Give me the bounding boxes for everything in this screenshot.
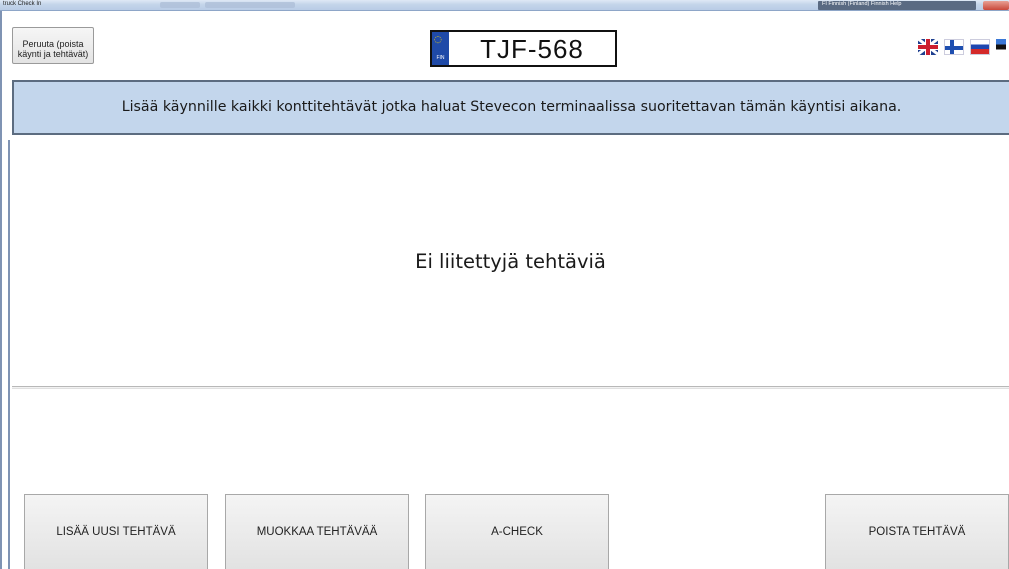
uk-flag-icon[interactable] xyxy=(918,39,938,55)
window-title: truck Check In xyxy=(3,1,42,7)
title-bar-decoration xyxy=(205,2,295,8)
estonia-flag-icon[interactable] xyxy=(996,39,1006,55)
plate-country: FIN xyxy=(436,55,445,61)
eu-stars-icon: ◌ xyxy=(434,35,442,45)
edit-task-button[interactable]: MUOKKAA TEHTÄVÄÄ xyxy=(225,494,409,569)
instruction-banner: Lisää käynnille kaikki konttitehtävät jo… xyxy=(12,80,1009,135)
window-left-edge xyxy=(0,11,2,569)
finland-flag-icon[interactable] xyxy=(944,39,964,55)
language-bar-label: FI Finnish (Finland) Finnish Help xyxy=(822,1,902,7)
section-divider xyxy=(12,386,1009,389)
window-close-button[interactable] xyxy=(983,1,1009,10)
plate-number: TJF-568 xyxy=(480,34,584,64)
window-title-bar: truck Check In FI Finnish (Finland) Finn… xyxy=(0,0,1009,11)
a-check-button[interactable]: A-CHECK xyxy=(425,494,609,569)
delete-task-button[interactable]: POISTA TEHTÄVÄ xyxy=(825,494,1009,569)
licence-plate: ◌ FIN TJF-568 xyxy=(430,30,617,67)
cancel-visit-button[interactable]: Peruuta (poista käynti ja tehtävät) xyxy=(12,27,94,64)
eu-band: ◌ FIN xyxy=(432,32,449,65)
window-left-edge-inner xyxy=(8,140,10,569)
empty-task-message: Ei liitettyjä tehtäviä xyxy=(415,250,606,273)
russia-flag-icon[interactable] xyxy=(970,39,990,55)
add-task-button[interactable]: LISÄÄ UUSI TEHTÄVÄ xyxy=(24,494,208,569)
title-bar-decoration xyxy=(160,2,200,8)
language-flags xyxy=(918,39,1006,58)
